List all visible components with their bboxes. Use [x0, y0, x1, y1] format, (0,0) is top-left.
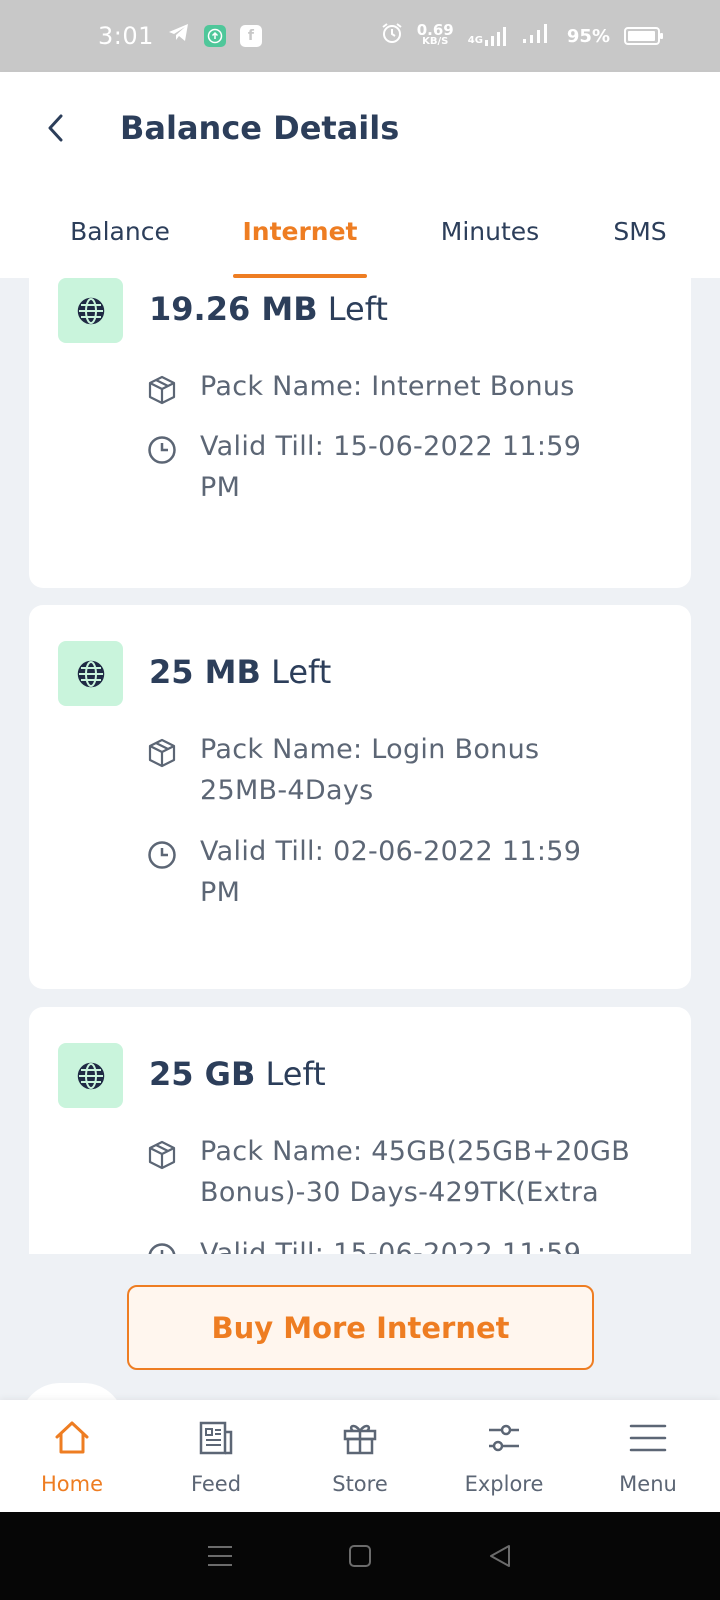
valid-till-line2: PM: [200, 472, 241, 503]
valid-till: Valid Till: 02-06-2022 11:59 PM: [200, 831, 670, 913]
sliders-icon: [489, 1424, 519, 1452]
balance-card: 25 GB Left Pack Name: 45GB(25GB+20GB Bon…: [29, 1007, 691, 1254]
page-title: Balance Details: [120, 109, 400, 147]
network-speed: 0.69 KB/S: [416, 21, 454, 48]
globe-icon: [77, 297, 104, 324]
nav-explore[interactable]: Explore: [432, 1400, 576, 1512]
data-suffix: Left: [255, 1055, 326, 1093]
home-icon: [55, 1421, 89, 1454]
status-bar-left: 3:01 f: [98, 22, 262, 50]
signal-icon: [522, 23, 553, 49]
tab-minutes[interactable]: Minutes: [395, 184, 585, 278]
status-bar: 3:01 f 0.69 KB/S 4G 95%: [0, 0, 720, 72]
status-bar-right: 0.69 KB/S 4G 95%: [381, 21, 663, 50]
recent-apps-icon: [208, 1546, 232, 1566]
data-suffix: Left: [317, 290, 388, 328]
back-button[interactable]: [26, 98, 86, 158]
nav-feed[interactable]: Feed: [144, 1400, 288, 1512]
telegram-icon: [168, 23, 190, 49]
buy-more-internet-button[interactable]: Buy More Internet: [127, 1285, 594, 1370]
package-icon: [148, 1140, 176, 1170]
balance-list[interactable]: 19.26 MB Left Pack Name: Internet Bonus …: [0, 278, 720, 1254]
package-icon: [148, 375, 176, 405]
pack-name-line1: Pack Name: Internet Bonus: [200, 371, 575, 402]
battery-icon: [624, 27, 663, 45]
clock-icon: [148, 1243, 176, 1254]
bottom-nav: Home Feed Store Explore Menu: [0, 1400, 720, 1512]
feed-icon: [199, 1421, 233, 1455]
pack-name-line1: Pack Name: Login Bonus: [200, 734, 540, 765]
network-speed-unit: KB/S: [422, 36, 449, 47]
valid-till-line1: Valid Till: 15-06-2022 11:59: [200, 1238, 582, 1254]
pack-name: Pack Name: Login Bonus 25MB-4Days: [200, 729, 670, 811]
internet-icon-badge: [58, 641, 123, 706]
data-amount: 19.26 MB: [149, 290, 318, 328]
nav-home[interactable]: Home: [0, 1400, 144, 1512]
tab-sms[interactable]: SMS: [585, 184, 695, 278]
pack-name-line2: 25MB-4Days: [200, 775, 374, 806]
globe-icon: [77, 660, 104, 687]
battery-percent: 95%: [566, 25, 610, 47]
app-header: Balance Details: [0, 72, 720, 184]
nav-menu[interactable]: Menu: [576, 1400, 720, 1512]
chevron-left-icon: [48, 114, 63, 142]
nav-menu-label: Menu: [619, 1472, 677, 1496]
valid-till: Valid Till: 15-06-2022 11:59: [200, 1233, 670, 1254]
data-remaining: 25 MB Left: [149, 653, 331, 691]
network-type-label: 4G: [467, 35, 483, 46]
nav-store[interactable]: Store: [288, 1400, 432, 1512]
data-amount: 25 MB: [149, 653, 261, 691]
clock-icon: [148, 841, 176, 869]
status-time: 3:01: [98, 22, 154, 50]
back-system-button[interactable]: [480, 1536, 520, 1576]
facebook-icon: f: [239, 25, 262, 47]
tab-internet[interactable]: Internet: [205, 184, 395, 278]
valid-till-line1: Valid Till: 15-06-2022 11:59: [200, 431, 582, 462]
system-nav-bar: [0, 1512, 720, 1600]
tab-bar: Balance Internet Minutes SMS: [0, 184, 720, 278]
pack-name-line2: Bonus)-30 Days-429TK(Extra: [200, 1177, 600, 1208]
package-icon: [148, 738, 176, 768]
gift-icon: [343, 1424, 377, 1455]
data-amount: 25 GB: [149, 1055, 256, 1093]
signal-4g-icon: 4G: [468, 26, 509, 46]
tab-balance[interactable]: Balance: [60, 184, 180, 278]
valid-till: Valid Till: 15-06-2022 11:59 PM: [200, 426, 670, 508]
globe-icon: [77, 1062, 104, 1089]
nav-store-label: Store: [332, 1472, 388, 1496]
internet-icon-badge: [58, 278, 123, 343]
clock-icon: [148, 436, 176, 464]
nav-feed-label: Feed: [190, 1472, 242, 1496]
pack-name: Pack Name: 45GB(25GB+20GB Bonus)-30 Days…: [200, 1131, 670, 1213]
valid-till-line1: Valid Till: 02-06-2022 11:59: [200, 836, 582, 867]
alarm-icon: [381, 22, 403, 50]
pack-name: Pack Name: Internet Bonus: [200, 366, 670, 407]
network-speed-value: 0.69: [416, 21, 454, 39]
pack-name-line1: Pack Name: 45GB(25GB+20GB: [200, 1136, 631, 1167]
balance-card: 25 MB Left Pack Name: Login Bonus 25MB-4…: [29, 605, 691, 989]
square-icon: [349, 1545, 371, 1567]
balance-card: 19.26 MB Left Pack Name: Internet Bonus …: [29, 278, 691, 588]
data-remaining: 19.26 MB Left: [149, 290, 388, 328]
recent-apps-button[interactable]: [200, 1536, 240, 1576]
menu-icon: [629, 1424, 667, 1452]
nav-home-label: Home: [40, 1472, 103, 1496]
data-suffix: Left: [260, 653, 332, 691]
home-system-button[interactable]: [340, 1536, 380, 1576]
triangle-back-icon: [490, 1545, 510, 1567]
nav-explore-label: Explore: [464, 1472, 544, 1496]
internet-icon-badge: [58, 1043, 123, 1108]
data-remaining: 25 GB Left: [149, 1055, 326, 1093]
upload-app-icon: [203, 25, 226, 47]
valid-till-line2: PM: [200, 877, 241, 908]
